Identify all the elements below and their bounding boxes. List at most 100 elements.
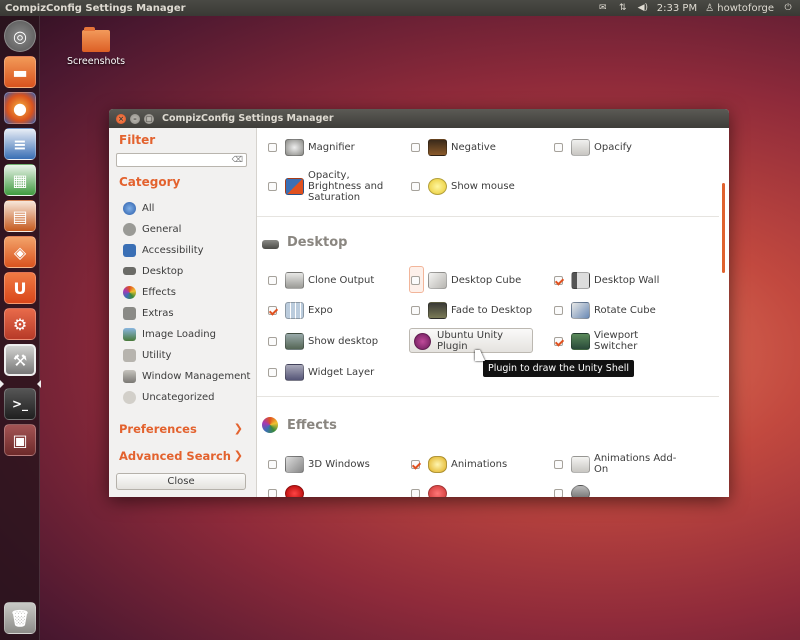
plugin-checkbox[interactable] xyxy=(554,459,563,469)
window-close-button[interactable]: × xyxy=(116,113,126,124)
plugin-checkbox[interactable] xyxy=(411,275,420,285)
files-icon[interactable]: ▬ xyxy=(4,56,36,88)
mail-icon[interactable]: ✉ xyxy=(597,3,609,13)
category-accessibility[interactable]: Accessibility xyxy=(123,241,204,259)
plugin-checkbox[interactable] xyxy=(554,488,563,497)
filter-heading: Filter xyxy=(119,133,156,147)
plugin-checkbox[interactable] xyxy=(268,305,277,315)
calc-icon[interactable]: ▦ xyxy=(4,164,36,196)
category-desktop[interactable]: Desktop xyxy=(123,262,183,280)
plugin-partial-row[interactable] xyxy=(268,482,308,497)
clear-filter-icon[interactable]: ⌫ xyxy=(232,155,243,164)
category-heading: Category xyxy=(119,175,181,189)
user-menu[interactable]: ♙ howtoforge xyxy=(705,3,774,14)
scrollbar[interactable] xyxy=(722,183,725,273)
workspace-switcher-icon[interactable]: ▣ xyxy=(4,424,36,456)
ccsm-icon[interactable]: ⚒ xyxy=(4,344,36,376)
filter-input[interactable]: ⌫ xyxy=(116,153,247,167)
plugin-checkbox[interactable] xyxy=(268,275,277,285)
globe-icon xyxy=(123,201,136,215)
plugin-label-line: Opacity, xyxy=(308,169,350,181)
plugin-3d-windows[interactable]: 3D Windows xyxy=(268,453,370,475)
plugin-opacity-brightness-saturation[interactable]: Opacity, Brightness and Saturation xyxy=(268,168,383,204)
plugin-widget-layer[interactable]: Widget Layer xyxy=(268,361,374,383)
plugin-viewport-switcher[interactable]: Viewport Switcher xyxy=(554,330,638,352)
preferences-link[interactable]: Preferences ❯ xyxy=(119,422,243,436)
plugin-magnifier[interactable]: Magnifier xyxy=(268,136,355,158)
plugin-label-line: Animations Add- xyxy=(594,453,677,464)
ubuntu-one-icon[interactable]: U xyxy=(4,272,36,304)
firefox-icon[interactable]: ● xyxy=(4,92,36,124)
plugin-animations[interactable]: Animations xyxy=(411,453,507,475)
category-image-loading[interactable]: Image Loading xyxy=(123,325,216,343)
window-maximize-button[interactable]: □ xyxy=(144,113,154,124)
category-extras[interactable]: Extras xyxy=(123,304,174,322)
desktop-icon-screenshots[interactable]: Screenshots xyxy=(64,27,128,67)
category-all[interactable]: All xyxy=(123,199,154,217)
plugin-checkbox[interactable] xyxy=(268,181,277,191)
plugin-checkbox[interactable] xyxy=(268,459,277,469)
system-settings-icon[interactable]: ⚙ xyxy=(4,308,36,340)
plugin-checkbox[interactable] xyxy=(554,142,563,152)
window-minimize-button[interactable]: – xyxy=(130,113,140,124)
top-panel: CompizConfig Settings Manager ✉ ⇅ ◀) 2:3… xyxy=(0,0,800,16)
plugin-show-desktop[interactable]: Show desktop xyxy=(268,330,378,352)
plugin-label: 3D Windows xyxy=(308,458,370,470)
chevron-right-icon: ❯ xyxy=(233,422,243,435)
trash-icon[interactable]: 🗑 xyxy=(4,602,36,634)
clock[interactable]: 2:33 PM xyxy=(657,3,697,14)
plugin-checkbox[interactable] xyxy=(411,142,420,152)
dash-home-icon[interactable]: ◎ xyxy=(4,20,36,52)
plugin-checkbox[interactable] xyxy=(268,488,277,497)
category-label: General xyxy=(142,223,182,235)
category-window-management[interactable]: Window Management xyxy=(123,367,250,385)
window-titlebar[interactable]: × – □ CompizConfig Settings Manager xyxy=(109,109,729,128)
category-label: Accessibility xyxy=(142,244,204,256)
plugin-desktop-cube[interactable]: Desktop Cube xyxy=(411,269,521,291)
plugin-show-mouse[interactable]: Show mouse xyxy=(411,175,515,197)
plugin-animations-addon[interactable]: Animations Add- On xyxy=(554,453,676,475)
desktop-icon xyxy=(123,267,136,275)
launcher: ◎ ▬ ● ≡ ▦ ▤ ◈ U ⚙ ⚒ >_ ▣ 🗑 xyxy=(0,16,41,640)
plugin-negative[interactable]: Negative xyxy=(411,136,496,158)
advanced-search-link[interactable]: Advanced Search ❯ xyxy=(119,449,243,463)
plugin-rotate-cube[interactable]: Rotate Cube xyxy=(554,299,656,321)
category-uncategorized[interactable]: Uncategorized xyxy=(123,388,214,406)
software-center-icon[interactable]: ◈ xyxy=(4,236,36,268)
plugin-checkbox[interactable] xyxy=(411,181,420,191)
volume-icon[interactable]: ◀) xyxy=(637,3,649,13)
plugin-checkbox[interactable] xyxy=(268,142,277,152)
plugin-label-line: Ubuntu Unity xyxy=(437,330,504,341)
plugin-desktop-wall[interactable]: Desktop Wall xyxy=(554,269,659,291)
plugin-label: Clone Output xyxy=(308,274,375,286)
category-effects[interactable]: Effects xyxy=(123,283,176,301)
system-tray: ✉ ⇅ ◀) 2:33 PM ♙ howtoforge ⏻ xyxy=(597,3,800,14)
power-icon[interactable]: ⏻ xyxy=(782,3,794,13)
category-label: Uncategorized xyxy=(142,391,215,403)
desktop-wall-icon xyxy=(571,271,590,289)
plugin-checkbox[interactable] xyxy=(411,488,420,497)
plugin-checkbox[interactable] xyxy=(411,305,420,315)
plugin-checkbox[interactable] xyxy=(554,305,563,315)
category-general[interactable]: General xyxy=(123,220,181,238)
plugin-fade-to-desktop[interactable]: Fade to Desktop xyxy=(411,299,532,321)
plugin-checkbox[interactable] xyxy=(268,367,277,377)
section-title-effects: Effects xyxy=(287,418,337,433)
writer-icon[interactable]: ≡ xyxy=(4,128,36,160)
plugin-expo[interactable]: Expo xyxy=(268,299,333,321)
plugin-partial-row[interactable] xyxy=(411,482,451,497)
plugin-checkbox[interactable] xyxy=(268,336,277,346)
plugin-partial-row[interactable] xyxy=(554,482,594,497)
terminal-icon[interactable]: >_ xyxy=(4,388,36,420)
impress-icon[interactable]: ▤ xyxy=(4,200,36,232)
category-utility[interactable]: Utility xyxy=(123,346,171,364)
plugin-ubuntu-unity[interactable]: Ubuntu Unity Plugin xyxy=(414,330,503,352)
close-button[interactable]: Close xyxy=(116,473,246,490)
plugin-checkbox[interactable] xyxy=(554,336,563,346)
plugin-checkbox[interactable] xyxy=(411,459,420,469)
plugin-opacify[interactable]: Opacify xyxy=(554,136,632,158)
network-icon[interactable]: ⇅ xyxy=(617,3,629,13)
plugin-checkbox[interactable] xyxy=(554,275,563,285)
plugin-clone-output[interactable]: Clone Output xyxy=(268,269,374,291)
plugin-label: Expo xyxy=(308,304,333,316)
